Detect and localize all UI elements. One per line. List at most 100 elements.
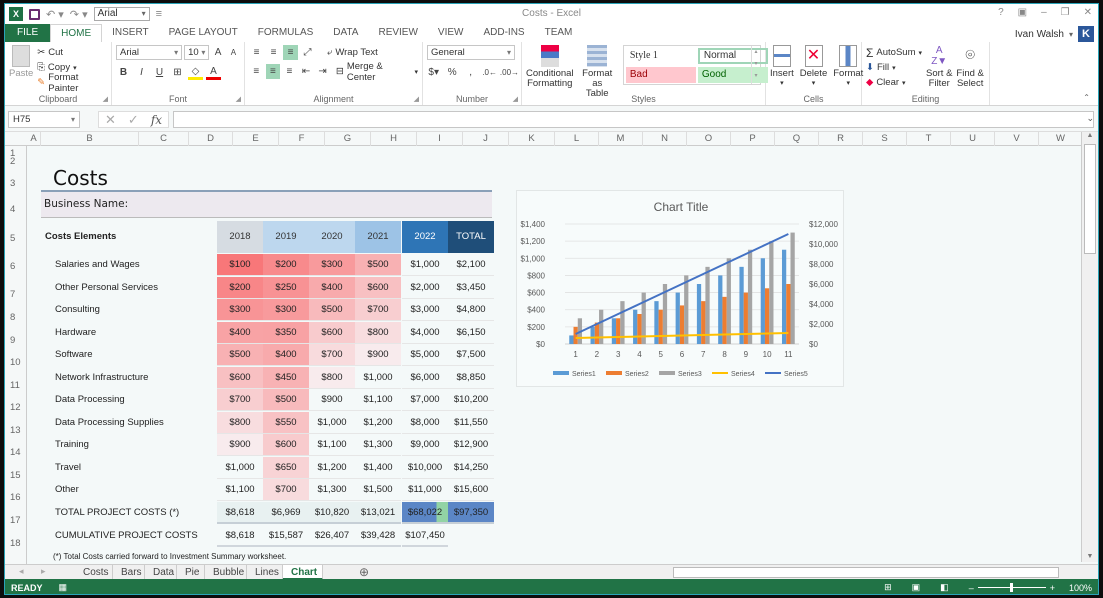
table-cell[interactable]: $500: [263, 389, 309, 411]
align-bottom-icon[interactable]: ≡: [283, 45, 298, 60]
total-cell[interactable]: $8,618: [217, 501, 263, 524]
table-cell[interactable]: $3,450: [448, 277, 494, 299]
gallery-scroll[interactable]: ▴ ▾ ▾: [751, 46, 760, 84]
font-color-icon[interactable]: A: [206, 65, 221, 80]
table-cell[interactable]: $1,100: [309, 434, 355, 456]
table-cell[interactable]: $700: [217, 389, 263, 411]
user-account[interactable]: Ivan Walsh ▾ K: [1015, 26, 1094, 42]
table-cell[interactable]: $1,000: [355, 367, 401, 389]
merge-center-button[interactable]: ⊟ Merge & Center ▾: [336, 61, 418, 83]
row-header-4[interactable]: 4: [5, 204, 27, 215]
total-cell[interactable]: $97,350: [448, 501, 494, 524]
format-as-table-button[interactable]: Format as Table: [578, 45, 617, 99]
row-header-16[interactable]: 16: [5, 492, 27, 503]
table-cell[interactable]: $2,100: [448, 254, 494, 276]
row-header-6[interactable]: 6: [5, 261, 27, 272]
chart[interactable]: Chart Title $0 $200 $400 $600 $800 $1,000 $1,20…: [516, 190, 844, 387]
table-cell[interactable]: $900: [355, 344, 401, 366]
row-label[interactable]: Other: [55, 479, 79, 501]
style-1[interactable]: Style 1: [626, 48, 696, 64]
page-break-icon[interactable]: ◧: [940, 582, 949, 593]
table-cell[interactable]: $800: [355, 321, 401, 344]
table-cell[interactable]: $7,500: [448, 344, 494, 366]
tab-view[interactable]: VIEW: [428, 24, 474, 42]
sheet-tab-bars[interactable]: Bars: [113, 565, 145, 580]
column-header-d[interactable]: D: [189, 132, 233, 146]
scroll-down-icon[interactable]: ▼: [1082, 553, 1098, 560]
year-header-2019[interactable]: 2019: [263, 221, 309, 253]
table-cell[interactable]: $1,000: [309, 412, 355, 434]
decrease-decimal-icon[interactable]: .00→: [500, 65, 519, 80]
year-header-2018[interactable]: 2018: [217, 221, 263, 253]
table-cell[interactable]: $350: [263, 321, 309, 344]
row-header-14[interactable]: 14: [5, 447, 27, 458]
total-cell[interactable]: $68,022: [402, 501, 448, 524]
align-top-icon[interactable]: ≡: [249, 45, 264, 60]
column-header-b[interactable]: B: [41, 132, 139, 146]
table-cell[interactable]: $5,000: [402, 344, 448, 366]
tab-data[interactable]: DATA: [323, 24, 368, 42]
row-label[interactable]: Salaries and Wages: [55, 254, 140, 276]
row-label[interactable]: Consulting: [55, 299, 100, 321]
wrap-text-button[interactable]: ⤶ Wrap Text: [327, 45, 378, 60]
expand-formula-bar-icon[interactable]: ⌄: [1086, 113, 1094, 124]
sheet-tab-bubble[interactable]: Bubble: [205, 565, 247, 580]
align-right-icon[interactable]: ≡: [282, 64, 297, 79]
row-header-12[interactable]: 12: [5, 402, 27, 413]
row-header-7[interactable]: 7: [5, 289, 27, 300]
format-button[interactable]: Format ▾: [833, 45, 863, 89]
column-header-g[interactable]: G: [325, 132, 371, 146]
table-cell[interactable]: $10,200: [448, 389, 494, 411]
table-cell[interactable]: $11,000: [402, 479, 448, 501]
column-header-s[interactable]: S: [863, 132, 907, 146]
table-cell[interactable]: $1,100: [355, 389, 401, 411]
row-label[interactable]: Training: [55, 434, 89, 456]
table-cell[interactable]: $1,100: [217, 479, 263, 501]
total-cell[interactable]: $10,820: [309, 501, 355, 524]
table-cell[interactable]: $8,850: [448, 367, 494, 389]
dialog-launcher-icon[interactable]: ◢: [103, 95, 108, 103]
table-cell[interactable]: $900: [217, 434, 263, 456]
style-bad[interactable]: Bad: [625, 67, 696, 83]
table-cell[interactable]: $550: [263, 411, 309, 434]
cumulative-cell[interactable]: $26,407: [309, 525, 355, 547]
find-select-button[interactable]: ⌾ Find & Select: [956, 45, 983, 90]
macro-record-icon[interactable]: ▦: [59, 582, 68, 593]
new-sheet-icon[interactable]: ⊕: [359, 565, 369, 579]
table-cell[interactable]: $11,550: [448, 412, 494, 434]
year-header-2022[interactable]: 2022: [402, 221, 448, 253]
table-cell[interactable]: $1,500: [355, 479, 401, 501]
table-cell[interactable]: $6,000: [402, 367, 448, 389]
fill-color-icon[interactable]: ◇: [188, 65, 203, 80]
tab-insert[interactable]: INSERT: [102, 24, 159, 42]
table-cell[interactable]: $300: [263, 299, 309, 321]
costs-elements-header[interactable]: Costs Elements: [45, 226, 116, 248]
column-header-m[interactable]: M: [599, 132, 643, 146]
paste-button[interactable]: Paste: [9, 45, 33, 90]
save-icon[interactable]: [29, 8, 40, 20]
tab-formulas[interactable]: FORMULAS: [248, 24, 324, 42]
tab-team[interactable]: TEAM: [535, 24, 583, 42]
column-header-j[interactable]: J: [463, 132, 509, 146]
table-cell[interactable]: $6,150: [448, 322, 494, 344]
align-center-icon[interactable]: ≡: [265, 64, 281, 79]
shrink-font-icon[interactable]: A: [227, 45, 240, 60]
table-cell[interactable]: $200: [263, 254, 309, 276]
format-painter-button[interactable]: ✎ Format Painter: [37, 72, 107, 94]
zoom-out-icon[interactable]: –: [969, 583, 974, 593]
column-header-c[interactable]: C: [139, 132, 189, 146]
table-cell[interactable]: $14,250: [448, 457, 494, 479]
align-middle-icon[interactable]: ≡: [266, 45, 281, 60]
table-cell[interactable]: $200: [217, 276, 263, 299]
dialog-launcher-icon[interactable]: ◢: [236, 95, 241, 103]
normal-view-icon[interactable]: ⊞: [884, 582, 892, 593]
table-cell[interactable]: $3,000: [402, 299, 448, 321]
table-cell[interactable]: $800: [309, 366, 355, 389]
column-header-o[interactable]: O: [687, 132, 731, 146]
autosum-button[interactable]: Σ AutoSum ▾: [866, 45, 922, 60]
ribbon-display-icon[interactable]: ▣: [1018, 7, 1027, 18]
tab-home[interactable]: HOME: [50, 24, 103, 42]
next-sheet-icon[interactable]: ▸: [41, 566, 46, 577]
table-cell[interactable]: $500: [355, 254, 401, 276]
restore-icon[interactable]: ❐: [1061, 7, 1070, 18]
